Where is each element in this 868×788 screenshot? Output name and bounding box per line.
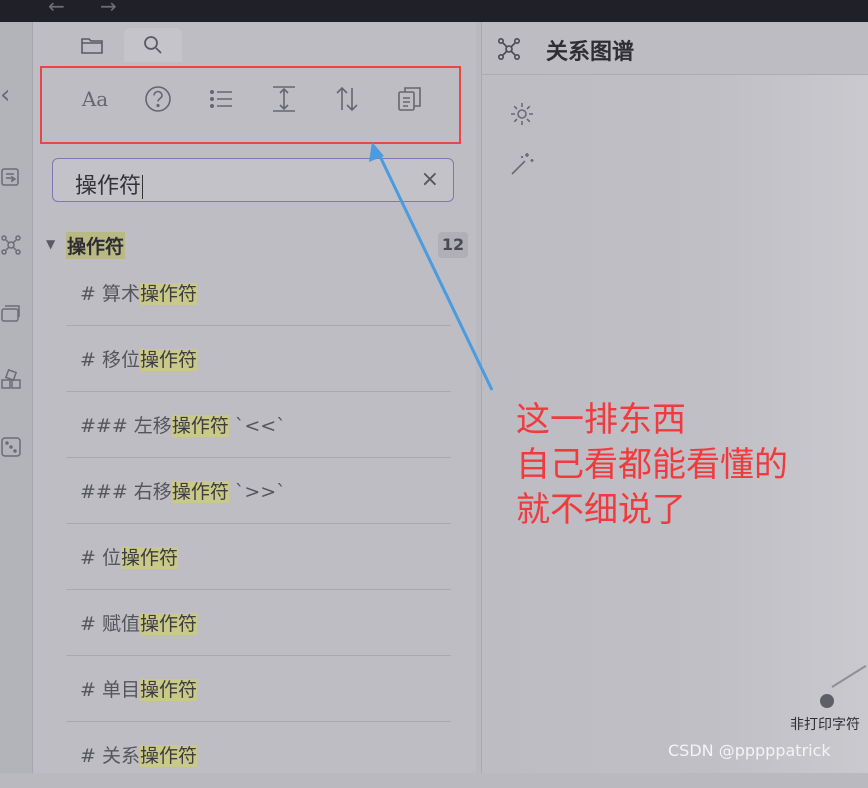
folder-icon — [81, 38, 103, 54]
graph-icon — [497, 37, 520, 60]
forward-arrow-icon[interactable]: → — [100, 0, 117, 18]
magic-wand-icon — [511, 153, 534, 175]
result-group-title[interactable]: 操作符 — [66, 232, 126, 259]
search-icon — [144, 36, 162, 54]
result-text: # 移位操作符 — [80, 349, 197, 371]
graph-edge — [831, 664, 867, 688]
collapse-triangle-icon[interactable]: ▼ — [46, 237, 55, 251]
match-highlight: 操作符 — [139, 745, 197, 767]
search-result-item[interactable]: ### 左移操作符 `<<` — [66, 392, 451, 458]
search-result-item[interactable]: # 位操作符 — [66, 524, 451, 590]
graph-settings-button[interactable] — [508, 100, 536, 128]
match-highlight: 操作符 — [171, 415, 229, 437]
result-count-badge: 12 — [438, 232, 468, 258]
cards-icon[interactable] — [0, 302, 22, 324]
tab-files[interactable] — [63, 28, 121, 62]
settings-icon — [511, 103, 533, 125]
search-result-item[interactable]: # 关系操作符 — [66, 722, 451, 788]
search-input-value[interactable]: 操作符 — [75, 168, 144, 200]
page-title: 关系图谱 — [546, 40, 635, 65]
result-text: # 位操作符 — [80, 547, 178, 569]
match-highlight: 操作符 — [171, 481, 229, 503]
search-input[interactable]: 操作符 × — [52, 158, 454, 202]
match-highlight: 操作符 — [139, 283, 197, 305]
watermark: CSDN @pppppatrick — [668, 741, 831, 760]
collapse-icon[interactable]: ‹ — [0, 82, 22, 108]
graph-icon[interactable] — [0, 234, 22, 256]
match-highlight: 操作符 — [120, 547, 178, 569]
match-highlight: 操作符 — [139, 679, 197, 701]
annotation-line: 就不细说了 — [516, 490, 686, 530]
dice-icon[interactable] — [0, 436, 22, 458]
result-text: # 单目操作符 — [80, 679, 197, 701]
match-highlight: 操作符 — [139, 613, 197, 635]
annotation-line: 这一排东西 — [516, 400, 686, 440]
blocks-icon[interactable] — [0, 368, 22, 390]
annotation-highlight-box — [40, 66, 461, 144]
search-result-item[interactable]: # 赋值操作符 — [66, 590, 451, 656]
graph-animate-button[interactable] — [508, 150, 536, 178]
search-result-item[interactable]: # 单目操作符 — [66, 656, 451, 722]
result-text: # 关系操作符 — [80, 745, 197, 767]
match-highlight: 操作符 — [139, 349, 197, 371]
graph-view-header: 关系图谱 — [482, 22, 868, 75]
window-titlebar: ← → — [0, 0, 868, 22]
result-text: ### 右移操作符 `>>` — [80, 481, 286, 503]
graph-node-label: 非打印字符 — [790, 717, 860, 733]
result-group-header[interactable]: ▼ 操作符 12 — [44, 232, 468, 260]
annotation-line: 自己看都能看懂的 — [516, 445, 788, 485]
clear-search-icon[interactable]: × — [421, 167, 439, 192]
result-text: # 赋值操作符 — [80, 613, 197, 635]
result-text: ### 左移操作符 `<<` — [80, 415, 286, 437]
left-ribbon: ‹ — [0, 22, 33, 773]
search-result-item[interactable]: # 算术操作符 — [66, 260, 451, 326]
document-icon[interactable] — [0, 166, 22, 188]
annotation-text: 这一排东西 自己看都能看懂的 就不细说了 — [516, 398, 788, 533]
back-arrow-icon[interactable]: ← — [48, 0, 65, 18]
graph-node[interactable] — [820, 694, 834, 708]
result-text: # 算术操作符 — [80, 283, 197, 305]
search-result-item[interactable]: ### 右移操作符 `>>` — [66, 458, 451, 524]
tab-search[interactable] — [124, 28, 182, 62]
sidebar-tabs — [33, 22, 476, 62]
search-result-item[interactable]: # 移位操作符 — [66, 326, 451, 392]
search-results-list: # 算术操作符 # 移位操作符 ### 左移操作符 `<<` ### 右移操作符… — [66, 260, 451, 788]
text-caret — [142, 175, 144, 199]
